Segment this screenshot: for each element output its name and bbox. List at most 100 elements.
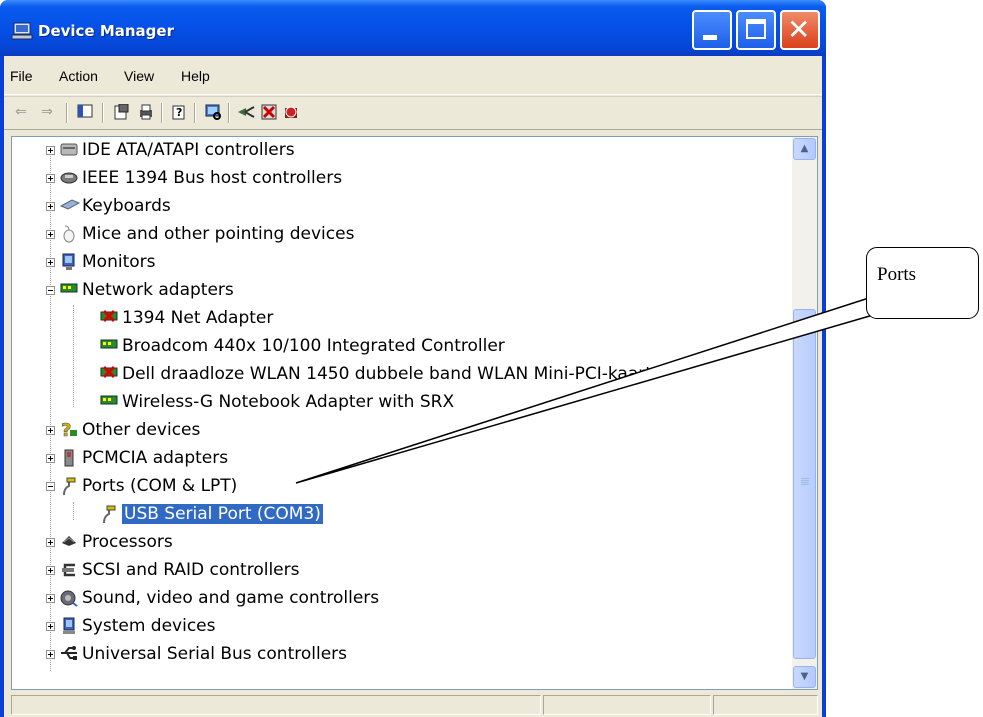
callout-label: Ports [877, 264, 917, 285]
tree-item-label: Dell draadloze WLAN 1450 dubbele band WL… [122, 364, 652, 384]
tree-item[interactable]: IDE ATA/ATAPI controllers [38, 137, 295, 163]
tree-item[interactable]: Wireless-G Notebook Adapter with SRX [100, 389, 454, 415]
port-icon [100, 505, 118, 524]
close-button[interactable]: ✕ [780, 10, 820, 50]
back-icon[interactable]: ⇐ [12, 104, 30, 120]
expand-toggle[interactable] [46, 594, 55, 603]
tree-item[interactable]: 1394 Net Adapter [100, 305, 273, 331]
print-icon[interactable] [137, 104, 155, 120]
network-adapter-icon [100, 393, 118, 411]
show-hide-console-tree-icon[interactable] [76, 104, 94, 120]
expand-toggle[interactable] [46, 230, 55, 239]
close-icon: ✕ [787, 13, 811, 46]
scan-hardware-icon[interactable] [204, 104, 222, 120]
minimize-icon [703, 35, 717, 40]
menu-help[interactable]: Help [181, 68, 210, 84]
status-pane-secondary [543, 695, 711, 715]
scroll-thumb[interactable] [793, 309, 816, 659]
menu-view[interactable]: View [124, 68, 154, 84]
window-title: Device Manager [38, 22, 174, 40]
tree-item[interactable]: Universal Serial Bus controllers [38, 641, 347, 667]
tree-item[interactable]: IEEE 1394 Bus host controllers [38, 165, 342, 191]
pcmcia-icon [60, 449, 78, 467]
tree-item-label: System devices [82, 616, 216, 636]
toolbar-separator [66, 103, 68, 123]
tree-connector-line [73, 502, 75, 520]
tree-item[interactable]: ? Other devices [38, 417, 200, 443]
uninstall-icon[interactable] [260, 104, 278, 120]
keyboard-icon [59, 197, 81, 215]
properties-icon[interactable] [112, 103, 130, 120]
ieee1394-icon [60, 169, 78, 187]
tree-item[interactable]: Processors [38, 529, 173, 555]
help-icon[interactable]: ? [170, 104, 188, 120]
maximize-button[interactable] [736, 10, 776, 50]
tree-item[interactable]: Broadcom 440x 10/100 Integrated Controll… [100, 333, 505, 359]
minimize-button[interactable] [692, 10, 732, 50]
menu-bar: File Action View Help [4, 56, 822, 95]
expand-toggle[interactable] [46, 538, 55, 547]
menu-action[interactable]: Action [59, 68, 98, 84]
title-bar[interactable]: Device Manager ✕ [0, 0, 826, 56]
menu-file[interactable]: File [10, 68, 33, 84]
scroll-down-button[interactable]: ▼ [793, 666, 816, 688]
monitor-icon [60, 253, 78, 271]
forward-icon[interactable]: ⇒ [38, 104, 56, 120]
expand-toggle[interactable] [46, 622, 55, 631]
svg-text:?: ? [61, 421, 71, 439]
tree-item[interactable]: Keyboards [38, 193, 171, 219]
toolbar: ⇐ ⇒ ? [4, 96, 822, 130]
sound-icon [60, 589, 78, 607]
tree-item-label: 1394 Net Adapter [122, 308, 274, 328]
status-pane-main [11, 695, 541, 715]
scroll-grip-icon [801, 478, 809, 486]
device-manager-window: Device Manager ✕ File Action View Help ⇐… [0, 0, 826, 717]
tree-item-label: Ports (COM & LPT) [82, 476, 238, 496]
tree-item-label: Sound, video and game controllers [82, 588, 380, 608]
tree-item-label: Broadcom 440x 10/100 Integrated Controll… [122, 336, 505, 356]
tree-item[interactable]: Monitors [38, 249, 155, 275]
update-driver-icon[interactable] [237, 104, 255, 120]
tree-item-label: Mice and other pointing devices [82, 224, 355, 244]
device-tree-view: IDE ATA/ATAPI controllers IEEE 1394 Bus … [11, 136, 818, 690]
expand-toggle[interactable] [46, 146, 55, 155]
network-adapter-icon [100, 337, 118, 355]
tree-item-label: Monitors [82, 252, 156, 272]
tree-item[interactable]: SCSI and RAID controllers [38, 557, 299, 583]
svg-text:?: ? [176, 106, 182, 119]
tree-item[interactable]: Network adapters [38, 277, 234, 303]
scroll-up-button[interactable]: ▲ [793, 138, 816, 160]
status-bar [11, 693, 818, 717]
disable-icon[interactable] [282, 104, 300, 120]
tree-item-label: PCMCIA adapters [82, 448, 229, 468]
expand-toggle[interactable] [46, 650, 55, 659]
tree-item[interactable]: PCMCIA adapters [38, 445, 228, 471]
toolbar-separator [194, 103, 196, 123]
vertical-scrollbar[interactable]: ▲ ▼ [792, 137, 817, 689]
tree-item[interactable]: System devices [38, 613, 216, 639]
expand-toggle[interactable] [46, 566, 55, 575]
expand-toggle[interactable] [46, 258, 55, 267]
expand-toggle[interactable] [46, 454, 55, 463]
tree-item[interactable]: Ports (COM & LPT) [38, 473, 237, 499]
system-device-icon [60, 617, 78, 635]
tree-item[interactable]: Dell draadloze WLAN 1450 dubbele band WL… [100, 361, 652, 387]
tree-item[interactable]: Sound, video and game controllers [38, 585, 379, 611]
tree-item-label: USB Serial Port (COM3) [122, 504, 323, 524]
ide-controller-icon [60, 141, 78, 159]
toolbar-separator [102, 103, 104, 123]
network-adapter-icon [60, 281, 78, 299]
network-adapter-disabled-icon [100, 309, 118, 327]
expand-toggle[interactable] [46, 426, 55, 435]
expand-toggle[interactable] [46, 202, 55, 211]
collapse-toggle[interactable] [46, 482, 55, 491]
collapse-toggle[interactable] [46, 286, 55, 295]
toolbar-separator [161, 103, 163, 123]
maximize-icon [746, 19, 766, 39]
device-manager-icon [11, 22, 33, 40]
tree-item-selected[interactable]: USB Serial Port (COM3) [100, 501, 323, 527]
tree-item[interactable]: Mice and other pointing devices [38, 221, 354, 247]
tree-item-label: SCSI and RAID controllers [82, 560, 300, 580]
mouse-icon [60, 225, 78, 243]
expand-toggle[interactable] [46, 174, 55, 183]
